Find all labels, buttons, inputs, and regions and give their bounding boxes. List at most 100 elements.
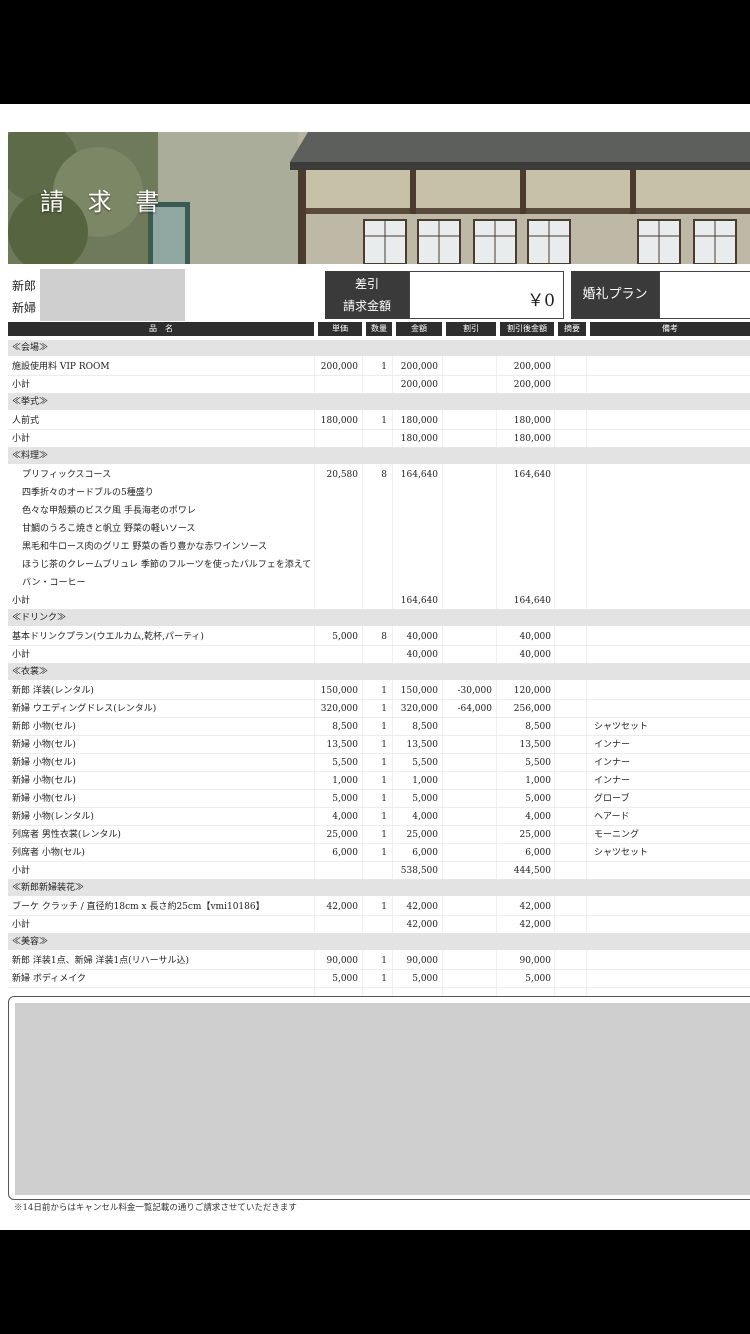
unit-price: 1,000	[332, 776, 358, 786]
item-name: 小計	[12, 434, 31, 444]
item-name: 列席者 小物(セル)	[12, 848, 85, 858]
plan-value-box	[659, 271, 750, 319]
unit-price: 5,000	[332, 974, 358, 984]
item-name: 黒毛和牛ロース肉のグリエ 野菜の香り豊かな赤ワインソース	[22, 542, 267, 552]
item-name: 新婦 小物(セル)	[12, 776, 76, 786]
info-row: 新郎 新婦 差引 請求金額 ￥0 婚礼プラン	[8, 267, 750, 323]
billing-label-box: 差引 請求金額	[325, 271, 409, 319]
amount: 25,000	[406, 830, 439, 840]
unit-price: 200,000	[320, 362, 358, 372]
after-discount-amount: 42,000	[519, 902, 552, 912]
section-row: ≪ドリンク≫	[8, 610, 750, 626]
section-row: ≪会場≫	[8, 340, 750, 356]
table-row: 甘鯛のうろこ焼きと帆立 野菜の軽いソース	[8, 520, 750, 538]
item-name: 新婦 ウエディングドレス(レンタル)	[12, 704, 157, 714]
after-discount-amount: 5,000	[525, 974, 551, 984]
item-name: 色々な甲殻類のビスク風 手長海老のポワレ	[22, 506, 196, 516]
amount: 5,000	[412, 794, 438, 804]
quantity: 1	[381, 740, 387, 750]
table-row: ほうじ茶のクレームブリュレ 季節のフルーツを使ったパルフェを添えて	[8, 556, 750, 574]
amount: 13,500	[406, 740, 439, 750]
amount: 200,000	[400, 380, 438, 390]
item-name: 新婦 小物(レンタル)	[12, 812, 94, 822]
table-row: 新婦 小物(セル) 5,000 1 5,000 5,000 グローブ	[8, 790, 750, 808]
table-row: 基本ドリンクプラン(ウエルカム,乾杯,パーティ) 5,000 8 40,000 40,0…	[8, 628, 750, 646]
names-redacted	[40, 269, 185, 321]
subtotal-row: 小計 180,000 180,000	[8, 430, 750, 448]
table-row: 新婦 小物(レンタル) 4,000 1 4,000 4,000 ヘアード	[8, 808, 750, 826]
quantity: 1	[381, 956, 387, 966]
quantity: 1	[381, 812, 387, 822]
discount: -30,000	[457, 686, 492, 696]
after-discount-amount: 1,000	[525, 776, 551, 786]
item-name: 甘鯛のうろこ焼きと帆立 野菜の軽いソース	[22, 524, 196, 534]
quantity: 1	[381, 758, 387, 768]
quantity: 1	[381, 722, 387, 732]
unit-price: 42,000	[326, 902, 359, 912]
unit-price: 8,500	[332, 722, 358, 732]
table-row: 色々な甲殻類のビスク風 手長海老のポワレ	[8, 502, 750, 520]
quantity: 1	[381, 362, 387, 372]
table-row: プリフィックスコース 20,580 8 164,640 164,640	[8, 466, 750, 484]
after-discount-amount: 164,640	[513, 596, 551, 606]
item-name: 人前式	[12, 416, 40, 426]
amount: 180,000	[400, 416, 438, 426]
item-name: ≪衣裳≫	[12, 667, 49, 677]
table-row: 列席者 小物(セル) 6,000 1 6,000 6,000 シャツセット	[8, 844, 750, 862]
item-name: ≪料理≫	[12, 451, 49, 461]
section-row: ≪衣裳≫	[8, 664, 750, 680]
item-name: 小計	[12, 650, 31, 660]
amount: 180,000	[400, 434, 438, 444]
subtotal-row: 小計 538,500 444,500	[8, 862, 750, 880]
quantity: 1	[381, 830, 387, 840]
quantity: 8	[381, 470, 387, 480]
quantity: 1	[381, 686, 387, 696]
subtotal-row: 小計 42,000 42,000	[8, 916, 750, 934]
unit-price: 150,000	[320, 686, 358, 696]
col-name: 品 名	[8, 322, 314, 336]
table-row: 新婦 小物(セル) 1,000 1 1,000 1,000 インナー	[8, 772, 750, 790]
item-name: ≪挙式≫	[12, 397, 49, 407]
item-name: 小計	[12, 380, 31, 390]
amount: 6,000	[412, 848, 438, 858]
item-name: 四季折々のオードブルの5種盛り	[22, 488, 154, 498]
section-row: ≪挙式≫	[8, 394, 750, 410]
footnote: ※14日前からはキャンセル料金一覧記載の通りご請求させていただきます	[14, 1203, 297, 1213]
note: シャツセット	[594, 848, 649, 858]
discount-label: 差引	[354, 277, 379, 291]
note: インナー	[594, 740, 631, 750]
unit-price: 25,000	[326, 830, 359, 840]
item-name: 新婦 小物(セル)	[12, 794, 76, 804]
unit-price: 90,000	[326, 956, 359, 966]
amount: 200,000	[400, 362, 438, 372]
after-discount-amount: 90,000	[519, 956, 552, 966]
amount: 4,000	[412, 812, 438, 822]
after-discount-amount: 40,000	[519, 632, 552, 642]
after-discount-amount: 8,500	[525, 722, 551, 732]
quantity: 1	[381, 902, 387, 912]
amount: 8,500	[412, 722, 438, 732]
table-row: 施設使用料 VIP ROOM 200,000 1 200,000 200,000	[8, 358, 750, 376]
note: モーニング	[594, 830, 640, 840]
item-name: ≪会場≫	[12, 343, 49, 353]
remarks-box	[8, 996, 750, 1200]
item-name: ブーケ クラッチ / 直径約18cm x 長さ約25cm【vmi10186】	[12, 902, 265, 912]
item-name: 小計	[12, 866, 31, 876]
item-name: 基本ドリンクプラン(ウエルカム,乾杯,パーティ)	[12, 632, 204, 642]
quantity: 1	[381, 416, 387, 426]
after-discount-amount: 180,000	[513, 416, 551, 426]
after-discount-amount: 25,000	[519, 830, 552, 840]
quantity: 1	[381, 704, 387, 714]
after-discount-amount: 180,000	[513, 434, 551, 444]
remarks-redacted	[15, 1003, 750, 1195]
table-row: 新郎 洋装(レンタル) 150,000 1 150,000 -30,000 120,000	[8, 682, 750, 700]
table-row: パン・コーヒー	[8, 574, 750, 592]
table-header: 品 名 単価 数量 金額 割引 割引後金額 摘要 備考	[8, 322, 750, 336]
amount: 40,000	[406, 632, 439, 642]
amount: 90,000	[406, 956, 439, 966]
after-discount-amount: 200,000	[513, 380, 551, 390]
bride-label: 新婦	[12, 301, 37, 315]
section-row: ≪美容≫	[8, 934, 750, 950]
section-row: ≪料理≫	[8, 448, 750, 464]
after-discount-amount: 200,000	[513, 362, 551, 372]
